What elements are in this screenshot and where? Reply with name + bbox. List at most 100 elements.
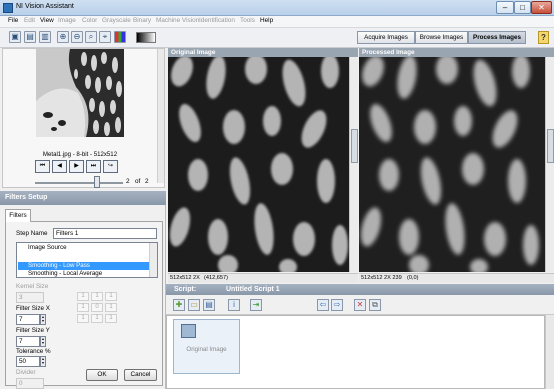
original-status-size: 512x512 2X xyxy=(170,275,200,281)
tolerance-label: Tolerance % xyxy=(16,348,51,355)
kernel-cell[interactable]: 1 xyxy=(91,314,103,323)
menu-help[interactable]: Help xyxy=(260,17,273,24)
step-forward-icon[interactable]: ⇨ xyxy=(331,299,343,311)
kernel-cell[interactable]: 1 xyxy=(77,314,89,323)
info-icon[interactable]: i xyxy=(228,299,240,311)
zoom-actual-icon[interactable]: ⌖ xyxy=(99,31,111,43)
copy-step-icon[interactable]: ⧉ xyxy=(369,299,381,311)
ok-button[interactable]: OK xyxy=(86,369,118,381)
original-image-scrollbar[interactable] xyxy=(349,57,358,272)
filters-setup-header: Filters Setup xyxy=(0,191,166,205)
script-label: Script: xyxy=(174,286,197,293)
menu-edit[interactable]: Edit xyxy=(24,17,35,24)
kernel-cell[interactable]: 1 xyxy=(77,303,89,312)
kernel-cell[interactable]: 1 xyxy=(77,292,89,301)
page-total: 2 xyxy=(145,178,149,185)
tolerance-input[interactable]: 50 xyxy=(16,356,40,367)
tab-process-images[interactable]: Process Images xyxy=(468,31,526,44)
kernel-cell[interactable]: 1 xyxy=(105,303,117,312)
help-icon[interactable]: ? xyxy=(538,31,549,44)
open-image-icon[interactable]: ▣ xyxy=(9,31,21,43)
thumbnail-caption: Metal1.jpg - 8-bit - 512x512 xyxy=(42,151,118,158)
grayscale-swatch[interactable] xyxy=(136,32,156,43)
menu-machine-vision[interactable]: Machine Vision xyxy=(156,17,199,24)
zoom-in-icon[interactable]: ⊕ xyxy=(57,31,69,43)
open-script-icon[interactable]: ▭ xyxy=(188,299,200,311)
kernel-size-label: Kernel Size xyxy=(16,283,49,290)
script-name: Untitled Script 1 xyxy=(226,286,280,293)
menu-grayscale[interactable]: Grayscale xyxy=(102,17,131,24)
close-button[interactable]: ✕ xyxy=(531,1,552,14)
menu-color[interactable]: Color xyxy=(82,17,97,24)
kernel-cell[interactable]: 1 xyxy=(105,314,117,323)
first-image-button[interactable]: ⏮ xyxy=(35,160,50,173)
previous-image-button[interactable]: ◀ xyxy=(52,160,67,173)
step-name-input[interactable]: Filters 1 xyxy=(53,228,157,239)
next-image-button[interactable]: ▶ xyxy=(69,160,84,173)
save-script-icon[interactable]: ▤ xyxy=(203,299,215,311)
menu-file[interactable]: File xyxy=(8,17,18,24)
divider-input[interactable]: 0 xyxy=(16,378,44,389)
processed-status-size: 512x512 2X 239 xyxy=(361,275,402,281)
menu-image[interactable]: Image xyxy=(58,17,76,24)
window-title: NI Vision Assistant xyxy=(16,3,74,10)
step-back-icon[interactable]: ⇦ xyxy=(317,299,329,311)
kernel-size-input[interactable]: 3 xyxy=(16,292,44,303)
filter-size-x-stepper[interactable]: ▴ ▾ xyxy=(40,314,46,325)
original-image-view[interactable] xyxy=(168,57,349,272)
tab-browse-images[interactable]: Browse Images xyxy=(415,31,468,44)
list-item-selected[interactable]: Smoothing - Low Pass xyxy=(18,262,149,270)
image-slider-handle[interactable] xyxy=(94,176,100,188)
script-header: Script: Untitled Script 1 xyxy=(166,284,554,295)
processed-image-view[interactable] xyxy=(359,57,545,272)
kernel-cell[interactable]: 1 xyxy=(105,292,117,301)
script-scrollbar[interactable] xyxy=(545,315,554,389)
filter-size-y-stepper[interactable]: ▴ ▾ xyxy=(40,336,46,347)
list-item[interactable]: Smoothing - Local Average xyxy=(18,270,149,277)
thumbnail-scrollbar[interactable] xyxy=(157,49,164,183)
filter-list-scrollbar[interactable] xyxy=(149,243,157,277)
maximize-button[interactable]: □ xyxy=(514,1,531,14)
cancel-button[interactable]: Cancel xyxy=(124,369,157,381)
kernel-cell[interactable]: 1 xyxy=(91,292,103,301)
tab-acquire-images[interactable]: Acquire Images xyxy=(357,31,415,44)
last-image-button[interactable]: ⏭ xyxy=(86,160,101,173)
filter-list[interactable]: Image Source Smoothing - Low Pass Smooth… xyxy=(16,242,158,278)
print-icon[interactable]: ▥ xyxy=(39,31,51,43)
image-slider-track[interactable] xyxy=(35,182,123,184)
list-item[interactable]: Image Source xyxy=(18,244,149,252)
title-bar: NI Vision Assistant – □ ✕ xyxy=(0,0,554,16)
filter-size-y-label: Filter Size Y xyxy=(16,327,50,334)
zoom-out-icon[interactable]: ⊖ xyxy=(71,31,83,43)
tab-filters[interactable]: Filters xyxy=(5,209,31,222)
filter-size-x-input[interactable]: 7 xyxy=(16,314,40,325)
zoom-fit-icon[interactable]: ⌕ xyxy=(85,31,97,43)
save-image-icon[interactable]: ▤ xyxy=(24,31,36,43)
new-script-icon[interactable]: ✚ xyxy=(173,299,185,311)
processed-image-scrollbar[interactable] xyxy=(545,57,554,272)
menu-binary[interactable]: Binary xyxy=(133,17,151,24)
page-current: 2 xyxy=(126,178,130,185)
original-status-coords: (412,657) xyxy=(204,275,228,281)
menu-tools[interactable]: Tools xyxy=(240,17,255,24)
palette-icon[interactable] xyxy=(114,31,126,43)
run-script-icon[interactable]: ⇥ xyxy=(250,299,262,311)
scrollbar-thumb[interactable] xyxy=(351,129,358,163)
scrollbar-thumb[interactable] xyxy=(547,129,554,163)
menu-bar: File Edit View Image Color Grayscale Bin… xyxy=(0,16,554,28)
original-image-header: Original Image xyxy=(168,48,358,57)
filter-size-y-input[interactable]: 7 xyxy=(16,336,40,347)
delete-step-icon[interactable]: ✕ xyxy=(354,299,366,311)
minimize-button[interactable]: – xyxy=(496,1,514,14)
image-thumbnail[interactable] xyxy=(36,49,124,137)
app-icon xyxy=(3,3,13,13)
menu-identification[interactable]: Identification xyxy=(199,17,235,24)
page-of: of xyxy=(135,178,141,185)
original-image-step-icon xyxy=(181,324,196,338)
list-item[interactable] xyxy=(18,253,149,261)
menu-view[interactable]: View xyxy=(40,17,54,24)
kernel-cell[interactable]: 0 xyxy=(91,303,103,312)
divider-label: Divider xyxy=(16,369,36,376)
tolerance-stepper[interactable]: ▴ ▾ xyxy=(40,356,46,367)
loop-button[interactable]: ↪ xyxy=(103,160,118,173)
